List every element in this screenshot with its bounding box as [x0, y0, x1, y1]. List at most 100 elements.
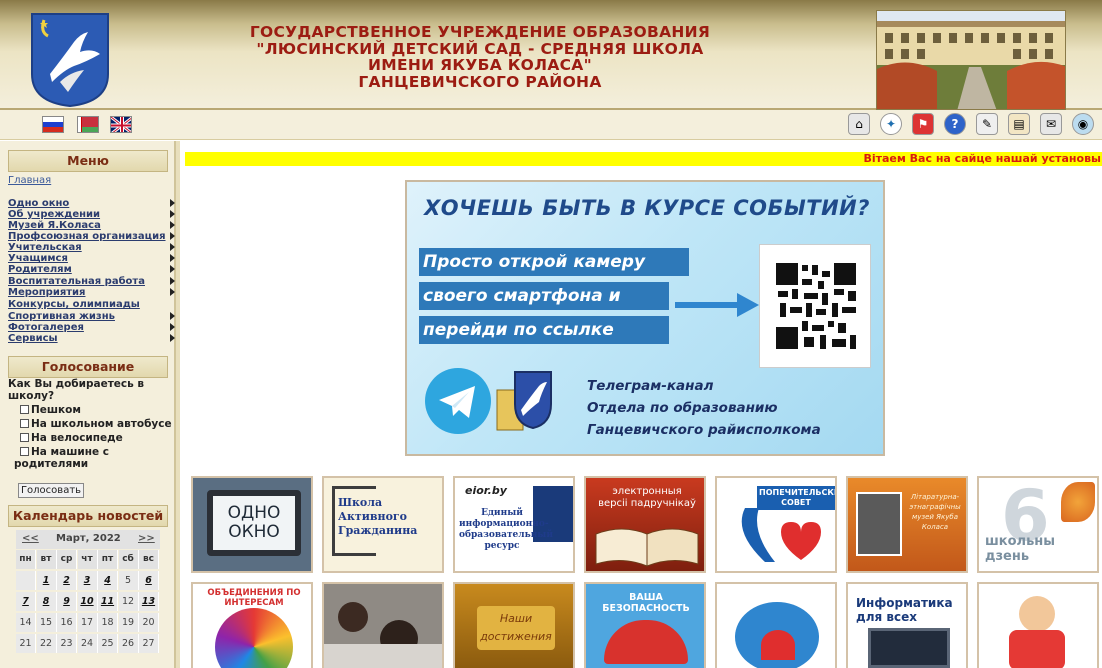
poll-option-label: Пешком — [31, 404, 81, 416]
home-icon[interactable]: ⌂ — [848, 113, 870, 135]
flag-uk-icon[interactable] — [110, 116, 132, 133]
calendar-day: 25 — [98, 634, 118, 653]
poll-option-walk[interactable]: Пешком — [20, 404, 81, 416]
coat-of-arms-logo[interactable] — [30, 12, 110, 108]
weekday: сб — [118, 550, 139, 569]
edit-icon[interactable]: ✎ — [976, 113, 998, 135]
tile-sixth-school-day[interactable]: 6 школьны дзень — [977, 476, 1099, 573]
tile-sports-kid[interactable] — [977, 582, 1099, 668]
leaf-decoration — [1061, 482, 1095, 522]
globe-icon[interactable]: ✦ — [880, 113, 902, 135]
menu-item-events[interactable]: Мероприятия — [8, 287, 85, 298]
flag-belarus-icon[interactable] — [77, 116, 99, 133]
calendar-prev-link[interactable]: << — [22, 533, 39, 544]
menu-item-odno-okno[interactable]: Одно окно — [8, 198, 69, 209]
school-building-photo — [876, 10, 1066, 110]
menu-item-parents[interactable]: Родителям — [8, 264, 72, 275]
submenu-arrow-icon — [170, 243, 175, 251]
tile-achievements[interactable]: Наши достижения — [453, 582, 575, 668]
submenu-arrow-icon — [170, 277, 175, 285]
menu-item-services[interactable]: Сервисы — [8, 333, 58, 344]
promo-line-1: Просто открой камеру — [419, 248, 689, 276]
checkbox[interactable] — [20, 419, 29, 428]
calendar-day: 17 — [77, 613, 98, 632]
tile-your-safety[interactable]: ВАША БЕЗОПАСНОСТЬ — [584, 582, 706, 668]
calendar-day-link[interactable]: 2 — [57, 571, 77, 590]
poll-option-bike[interactable]: На велосипеде — [20, 432, 123, 444]
calendar-day-link[interactable]: 7 — [16, 592, 36, 611]
calendar-day-link[interactable]: 4 — [98, 571, 118, 590]
menu-item-museum[interactable]: Музей Я.Коласа — [8, 220, 101, 231]
portrait-photo — [856, 492, 902, 556]
calendar-week: 21 22 23 24 25 26 27 — [16, 634, 160, 653]
flag-icon[interactable]: ⚑ — [912, 113, 934, 135]
poll-question: Как Вы добираетесь в школу? — [8, 378, 145, 402]
checkbox[interactable] — [20, 433, 29, 442]
tile-eior[interactable]: eior.by Единый информационно-образовател… — [453, 476, 575, 573]
tile-board-of-trustees[interactable]: ПОПЕЧИТЕЛЬСКИЙ СОВЕТ — [715, 476, 837, 573]
people-icon — [604, 620, 688, 664]
print-icon[interactable]: ✉ — [1040, 113, 1062, 135]
checkbox[interactable] — [20, 405, 29, 414]
tile-interest-clubs[interactable]: ОБЪЕДИНЕНИЯ ПО ИНТЕРЕСАМ — [191, 582, 313, 668]
poll-option-car[interactable]: На машине с родителями — [14, 446, 164, 470]
page: ГОСУДАРСТВЕННОЕ УЧРЕЖДЕНИЕ ОБРАЗОВАНИЯ "… — [0, 0, 1102, 668]
submenu-arrow-icon — [170, 265, 175, 273]
menu-item-union[interactable]: Профсоюзная организация — [8, 231, 166, 242]
tile-students-photo[interactable] — [322, 582, 444, 668]
calendar-day: 14 — [16, 613, 36, 632]
clubs-wheel-icon — [215, 608, 293, 668]
tile-safety-label: ВАША БЕЗОПАСНОСТЬ — [602, 592, 690, 614]
tile-kolas-museum[interactable]: Літаратурна-этнаграфічны музей Якуба Кол… — [846, 476, 968, 573]
menu-item-education[interactable]: Воспитательная работа — [8, 276, 145, 287]
weekday: пт — [98, 550, 118, 569]
title-line-2: "ЛЮСИНСКИЙ ДЕТСКИЙ САД - СРЕДНЯЯ ШКОЛА — [256, 39, 704, 58]
calendar-day-link[interactable]: 6 — [139, 571, 159, 590]
calendar-day-link[interactable]: 13 — [139, 592, 159, 611]
tile-eior-site: eior.by — [465, 484, 507, 497]
menu-item-teachers[interactable]: Учительская — [8, 242, 82, 253]
student-photo — [338, 602, 368, 632]
vote-button[interactable]: Голосовать — [18, 483, 84, 498]
home-link[interactable]: Главная — [8, 175, 51, 186]
calendar-day-link[interactable]: 10 — [77, 592, 98, 611]
tile-informatics[interactable]: Информатика для всех — [846, 582, 968, 668]
telegram-icon — [425, 368, 491, 434]
menu-item-gallery[interactable]: Фотогалерея — [8, 322, 84, 333]
menu-item-about[interactable]: Об учреждении — [8, 209, 100, 220]
menu-item-students[interactable]: Учащимся — [8, 253, 68, 264]
tile-interest-label: ОБЪЕДИНЕНИЯ ПО ИНТЕРЕСАМ — [207, 588, 301, 608]
tile-active-citizen-school[interactable]: Школа Активного Гражданина — [322, 476, 444, 573]
flag-russia-icon[interactable] — [42, 116, 64, 133]
submenu-arrow-icon — [170, 221, 175, 229]
checkbox[interactable] — [20, 447, 29, 456]
poll-option-label: На школьном автобусе — [31, 418, 172, 430]
calendar-day-link[interactable]: 8 — [36, 592, 57, 611]
document-icon[interactable]: ▤ — [1008, 113, 1030, 135]
calendar-day: 27 — [139, 634, 159, 653]
calendar-day-link[interactable]: 1 — [36, 571, 57, 590]
weekday: чт — [77, 550, 98, 569]
arrow-right-icon — [675, 293, 759, 317]
title-line-3: ИМЕНИ ЯКУБА КОЛАСА" — [368, 56, 592, 74]
weekday: вс — [139, 550, 159, 569]
calendar-day-link[interactable]: 3 — [77, 571, 98, 590]
tile-electronic-textbooks[interactable]: электронныя версіі падручнікаў — [584, 476, 706, 573]
toolbar: ⌂ ✦ ⚑ ? ✎ ▤ ✉ ◉ — [0, 110, 1102, 140]
site-title: ГОСУДАРСТВЕННОЕ УЧРЕЖДЕНИЕ ОБРАЗОВАНИЯ "… — [220, 24, 740, 90]
calendar-next-link[interactable]: >> — [138, 533, 155, 544]
submenu-arrow-icon — [170, 312, 175, 320]
poll-option-bus[interactable]: На школьном автобусе — [20, 418, 172, 430]
menu-item-contests[interactable]: Конкурсы, олимпиады — [8, 299, 140, 310]
help-icon[interactable]: ? — [944, 113, 966, 135]
submenu-arrow-icon — [170, 288, 175, 296]
submenu-arrow-icon — [170, 334, 175, 342]
tile-support[interactable] — [715, 582, 837, 668]
telegram-promo-banner[interactable]: ХОЧЕШЬ БЫТЬ В КУРСЕ СОБЫТИЙ? Просто откр… — [405, 180, 885, 456]
calendar-day-link[interactable]: 9 — [57, 592, 77, 611]
sitemap-icon[interactable]: ◉ — [1072, 113, 1094, 135]
menu-item-sports[interactable]: Спортивная жизнь — [8, 311, 115, 322]
calendar-day-link[interactable]: 11 — [98, 592, 118, 611]
sidebar-border — [176, 141, 180, 668]
tile-one-window[interactable]: ОДНО ОКНО — [191, 476, 313, 573]
